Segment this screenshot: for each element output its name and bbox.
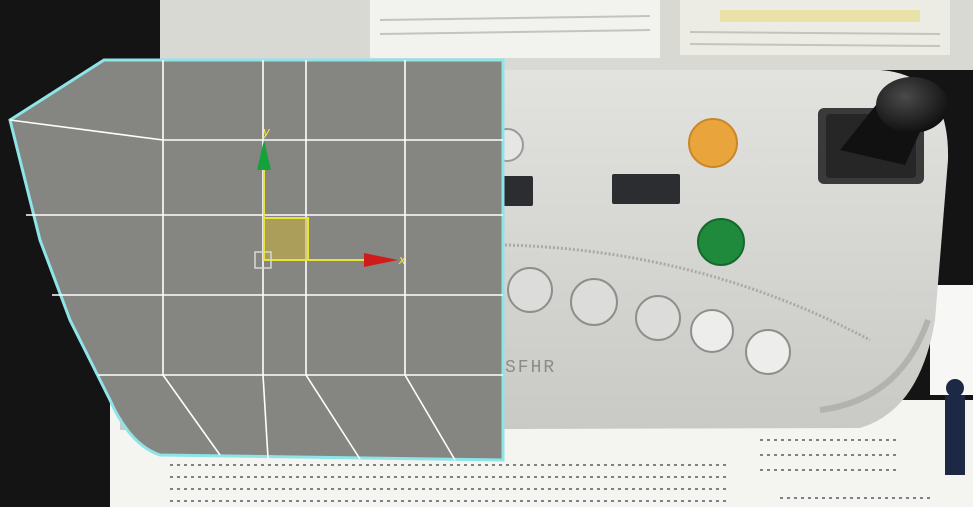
- x-axis-label: x: [398, 252, 406, 267]
- viewport-mesh[interactable]: [8, 58, 505, 462]
- viewport-3d[interactable]: y x: [0, 0, 973, 507]
